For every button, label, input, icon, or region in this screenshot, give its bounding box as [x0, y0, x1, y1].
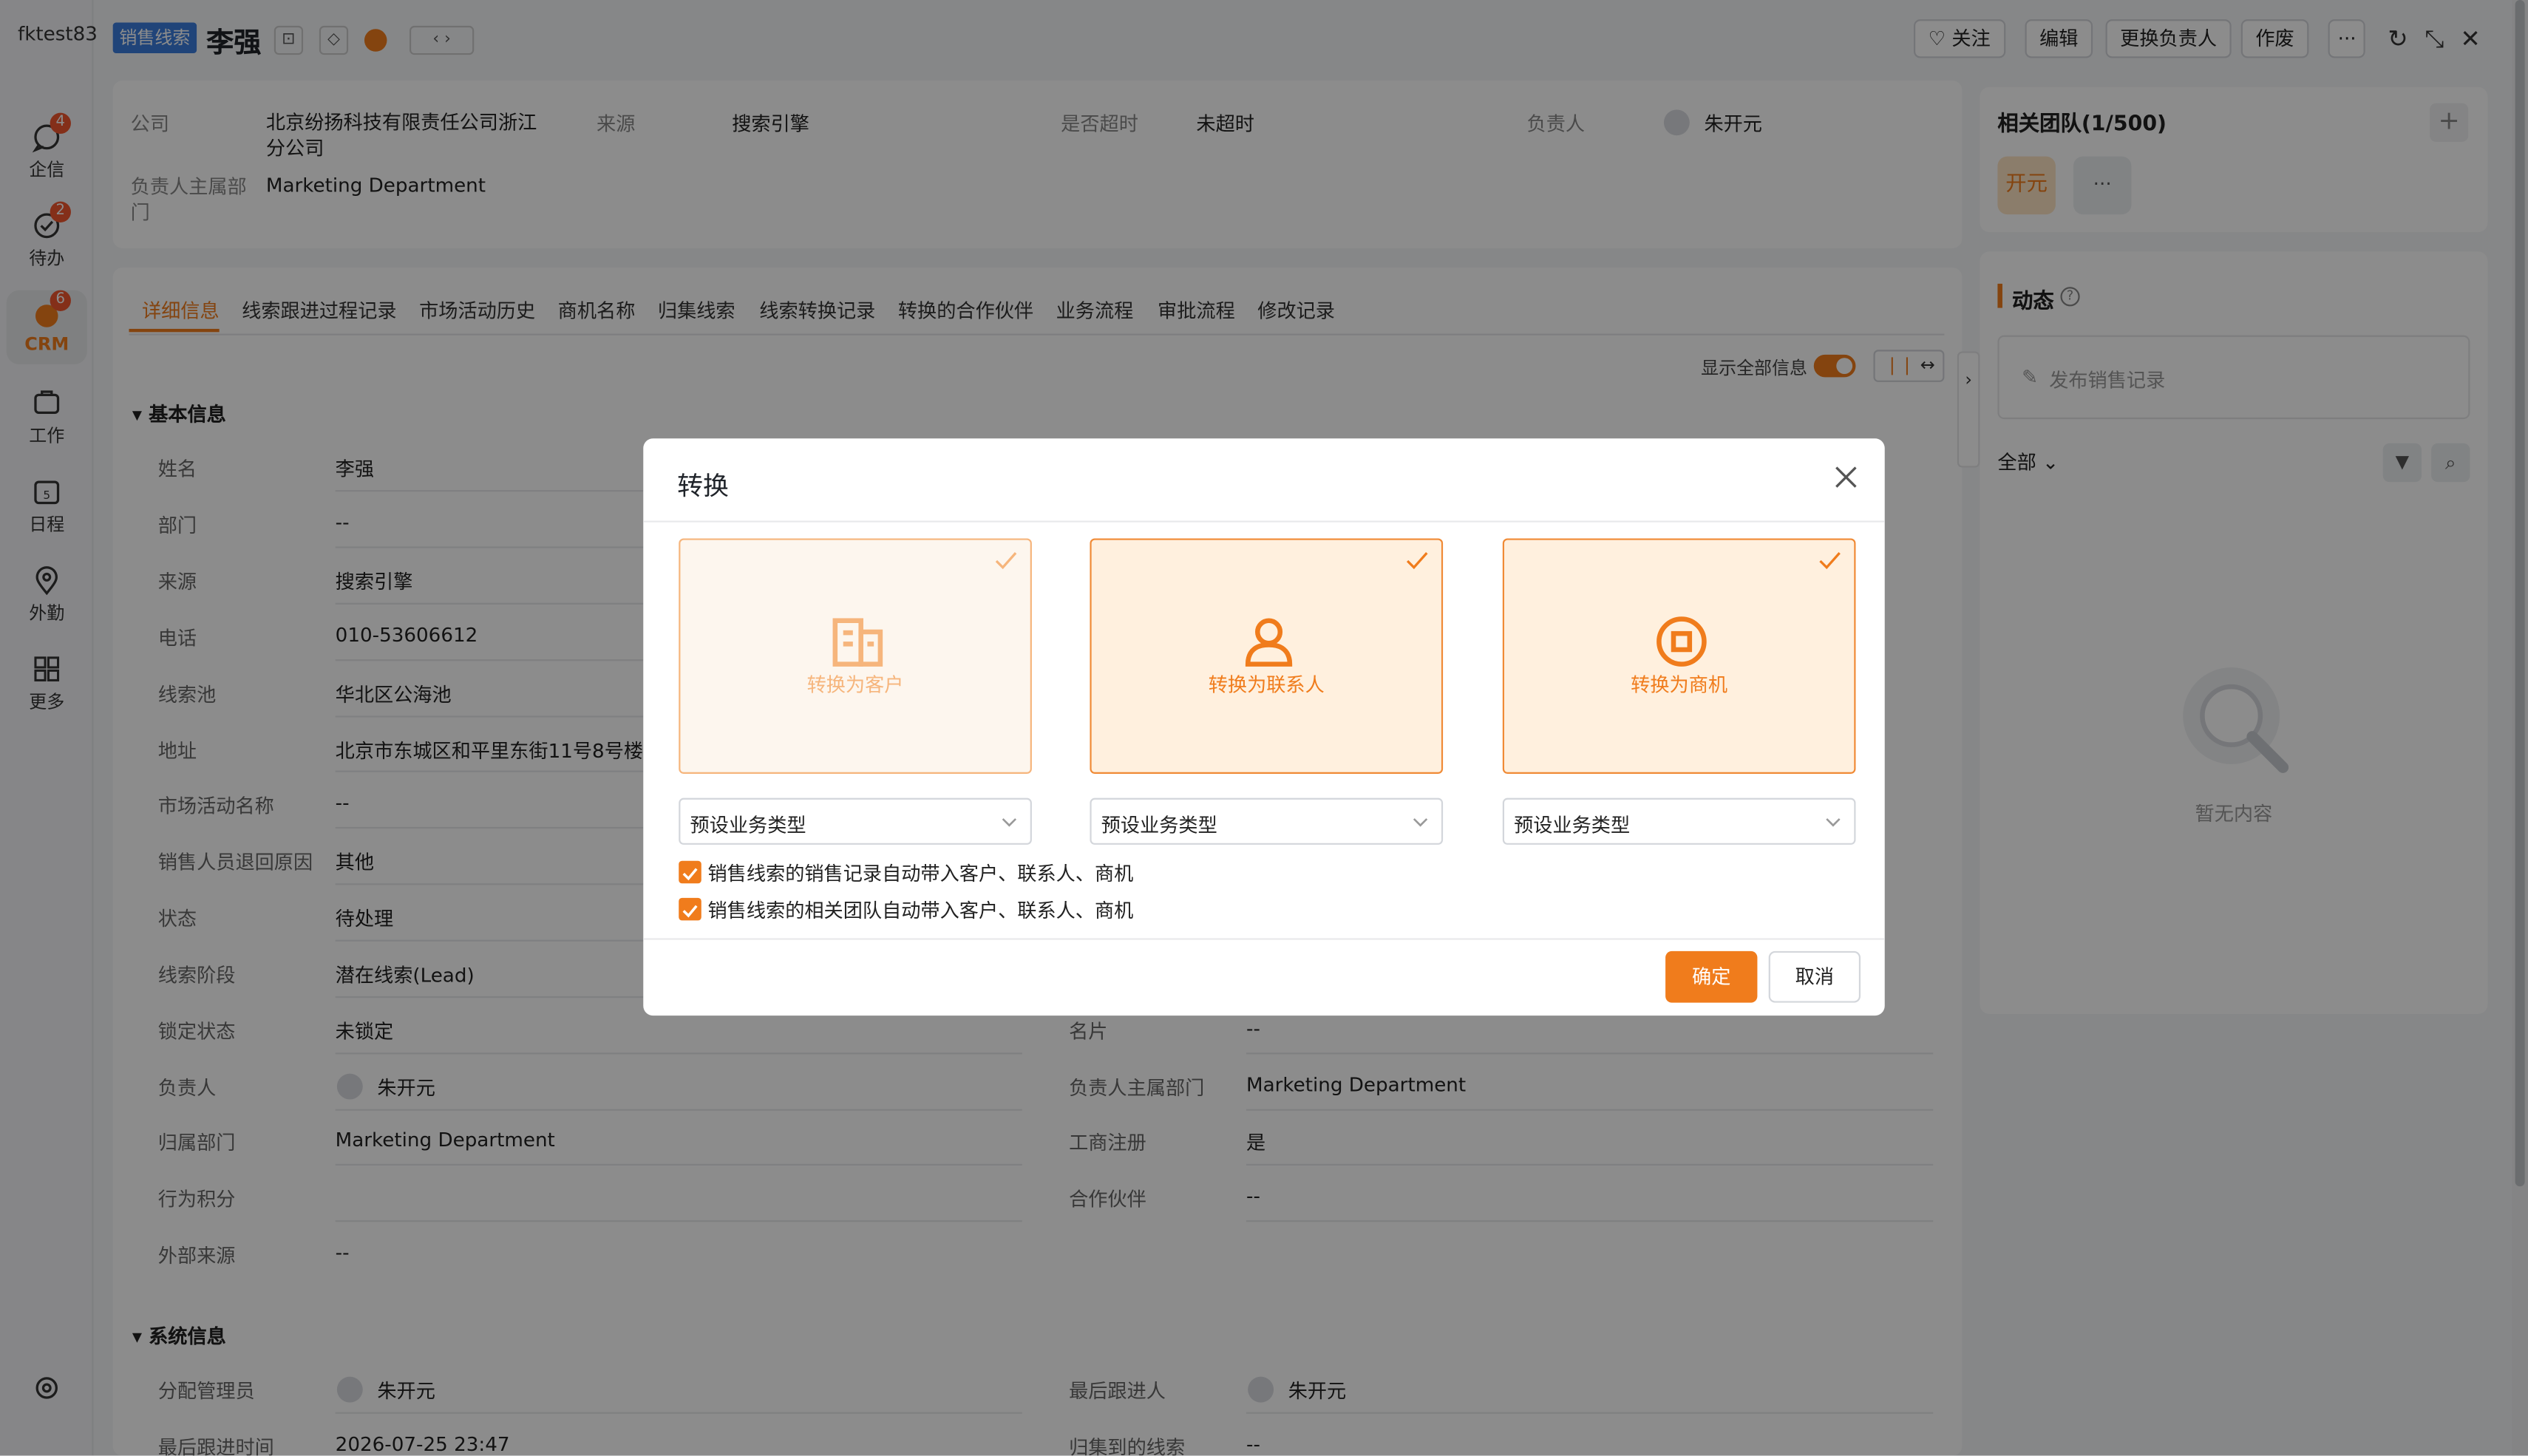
building-icon: [832, 618, 883, 667]
select-value: 预设业务类型: [1514, 814, 1631, 837]
checkbox-label[interactable]: 销售线索的相关团队自动带入客户、联系人、商机: [708, 897, 1134, 924]
option-label: 转换为联系人: [1208, 673, 1325, 697]
check-icon: [682, 868, 698, 881]
convert-to-customer-option[interactable]: 转换为客户: [679, 538, 1032, 774]
check-icon: [1406, 552, 1428, 570]
chevron-down-icon: [1413, 818, 1428, 827]
convert-to-opportunity-option[interactable]: 转换为商机: [1502, 538, 1856, 774]
convert-dialog: 转换 转换为客户 转换为联系人 转换为商机 预设业务类型 预设业务类型 预设业务…: [643, 438, 1885, 1016]
select-value: 预设业务类型: [1101, 814, 1217, 837]
divider: [643, 938, 1885, 940]
chevron-down-icon: [1826, 818, 1841, 827]
opportunity-icon: [1657, 616, 1707, 667]
person-icon: [1245, 618, 1293, 667]
checkbox-label[interactable]: 销售线索的销售记录自动带入客户、联系人、商机: [708, 860, 1134, 887]
check-icon: [682, 905, 698, 918]
divider: [643, 520, 1885, 523]
opportunity-type-select[interactable]: 预设业务类型: [1502, 797, 1856, 845]
convert-to-contact-option[interactable]: 转换为联系人: [1090, 538, 1444, 774]
customer-type-select[interactable]: 预设业务类型: [679, 797, 1032, 845]
dialog-title: 转换: [677, 470, 729, 502]
close-icon[interactable]: [1833, 464, 1859, 490]
confirm-button[interactable]: 确定: [1665, 950, 1758, 1003]
check-icon: [1819, 552, 1841, 570]
app-root: fktest832 4 企信 2 待办 6 CRM: [0, 0, 2528, 1456]
select-value: 预设业务类型: [690, 814, 806, 837]
option-label: 转换为客户: [806, 673, 904, 697]
check-icon: [995, 552, 1017, 570]
option-label: 转换为商机: [1631, 673, 1728, 697]
carry-team-checkbox[interactable]: [679, 897, 701, 921]
carry-sales-records-checkbox[interactable]: [679, 860, 701, 884]
chevron-down-icon: [1002, 818, 1017, 827]
cancel-button[interactable]: 取消: [1768, 950, 1861, 1003]
contact-type-select[interactable]: 预设业务类型: [1090, 797, 1444, 845]
